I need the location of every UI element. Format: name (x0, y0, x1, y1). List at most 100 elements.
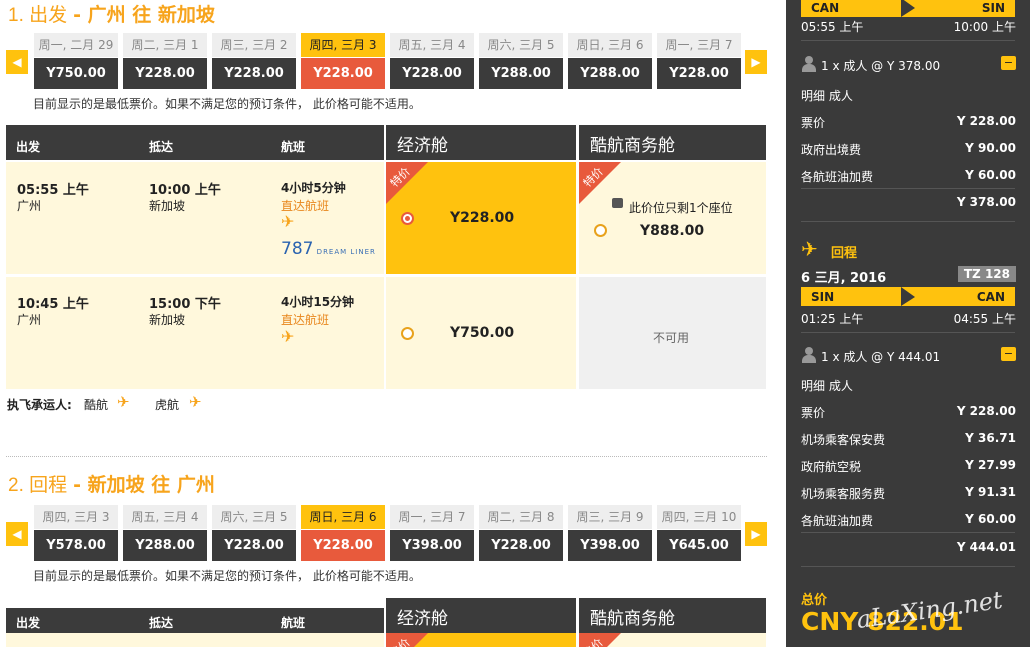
col-depart: 出发 (16, 616, 41, 630)
date-option[interactable]: 周一, 三月 7 Y228.00 (657, 33, 741, 89)
flight-row: 05:55 上午 广州 10:00 上午 新加坡 4小时5分钟 直达航班 ✈ 7… (6, 162, 384, 274)
date-option[interactable]: 周三, 三月 2 Y228.00 (212, 33, 296, 89)
date-option[interactable]: 周五, 三月 4 Y288.00 (123, 505, 207, 561)
next-dates-button[interactable]: ▶ (745, 522, 767, 546)
date-option[interactable]: 周五, 三月 4 Y228.00 (390, 33, 474, 89)
carriers-label: 执飞承运人: (7, 398, 72, 412)
date-label: 周五, 三月 4 (390, 33, 474, 57)
outbound-detail-label: 明细 成人 (801, 89, 853, 103)
direct-flight-link[interactable]: 直达航班 (281, 311, 329, 328)
return-dep-time: 01:25 上午 (801, 312, 864, 326)
date-label: 周四, 三月 3 (34, 505, 118, 529)
passenger-icon (801, 347, 817, 363)
date-option[interactable]: 周四, 三月 10 Y645.00 (657, 505, 741, 561)
return-plane-icon: ✈ (801, 237, 818, 261)
date-label: 周日, 三月 6 (301, 505, 385, 529)
date-label: 周四, 三月 3 (301, 33, 385, 57)
col-arrive: 抵达 (149, 140, 174, 154)
fee-amount: Y 60.00 (965, 168, 1016, 182)
outbound-subtotal: Y 378.00 (956, 195, 1016, 209)
duration: 4小时5分钟 (281, 181, 346, 195)
divider (801, 566, 1015, 567)
date-option[interactable]: 周四, 三月 3 Y228.00 (301, 33, 385, 89)
flight-row: 10:45 上午 广州 15:00 下午 新加坡 4小时15分钟 直达航班 ✈ (6, 277, 384, 389)
date-label: 周四, 三月 10 (657, 505, 741, 529)
next-dates-button[interactable]: ▶ (745, 50, 767, 74)
dreamliner-logo: 787 DREAM LINER (281, 239, 376, 259)
fee-amount: Y 36.71 (965, 431, 1016, 445)
seats-left-note: 此价位只剩1个座位 (629, 201, 733, 215)
return-detail-label: 明细 成人 (801, 379, 853, 393)
fare-radio[interactable] (401, 212, 414, 225)
date-label: 周三, 三月 2 (212, 33, 296, 57)
date-price: Y398.00 (390, 530, 474, 561)
date-label: 周一, 二月 29 (34, 33, 118, 57)
collapse-details-button[interactable]: − (1001, 56, 1016, 70)
date-price: Y288.00 (479, 58, 563, 89)
fee-amount: Y 228.00 (956, 404, 1016, 418)
date-price: Y228.00 (301, 58, 385, 89)
fare-radio[interactable] (594, 224, 607, 237)
fare-price: Y888.00 (640, 223, 705, 239)
economy-fare-option[interactable]: 特价 (386, 633, 576, 647)
date-price: Y228.00 (123, 58, 207, 89)
date-option[interactable]: 周二, 三月 1 Y228.00 (123, 33, 207, 89)
economy-fare-option[interactable]: Y750.00 (386, 277, 576, 389)
inbound-title: 2. 回程 - 新加坡 往 广州 (8, 474, 215, 496)
date-price: Y228.00 (657, 58, 741, 89)
return-date: 6 三月, 2016 (801, 271, 887, 286)
prev-dates-button[interactable]: ◀ (6, 522, 28, 546)
airplane-icon: ✈ (281, 327, 295, 346)
date-option[interactable]: 周日, 三月 6 Y228.00 (301, 505, 385, 561)
date-option[interactable]: 周四, 三月 3 Y578.00 (34, 505, 118, 561)
fee-amount: Y 91.31 (965, 485, 1016, 499)
col-arrive: 抵达 (149, 616, 174, 630)
economy-header: 经济舱 (386, 598, 576, 633)
prev-dates-button[interactable]: ◀ (6, 50, 28, 74)
economy-header: 经济舱 (386, 125, 576, 160)
collapse-details-button[interactable]: − (1001, 347, 1016, 361)
date-label: 周二, 三月 1 (123, 33, 207, 57)
carrier-tiger: 虎航 (155, 398, 180, 412)
business-header: 酷航商务舱 (579, 125, 766, 160)
date-label: 周二, 三月 8 (479, 505, 563, 529)
date-option[interactable]: 周六, 三月 5 Y288.00 (479, 33, 563, 89)
date-label: 周三, 三月 9 (568, 505, 652, 529)
business-fare-option[interactable]: 特价 (579, 633, 766, 647)
grand-total-label: 总价 (801, 593, 828, 608)
business-unavailable: 不可用 (579, 277, 766, 389)
divider (801, 221, 1015, 222)
date-label: 周六, 三月 5 (212, 505, 296, 529)
fee-label: 票价 (801, 406, 826, 420)
dep-city: 广州 (17, 313, 42, 327)
divider (801, 40, 1015, 41)
airplane-icon: ✈ (281, 212, 295, 231)
return-route-bar: SIN CAN (801, 287, 1015, 306)
section-divider (6, 456, 767, 457)
fee-label: 各航班油加费 (801, 514, 874, 528)
date-label: 周日, 三月 6 (568, 33, 652, 57)
date-price: Y288.00 (123, 530, 207, 561)
fee-amount: Y 90.00 (965, 141, 1016, 155)
business-fare-option[interactable]: 特价 此价位只剩1个座位 Y888.00 (579, 162, 766, 274)
date-option[interactable]: 周一, 二月 29 Y750.00 (34, 33, 118, 89)
date-option[interactable]: 周一, 三月 7 Y398.00 (390, 505, 474, 561)
inbound-date-strip: ◀ 周四, 三月 3 Y578.00 周五, 三月 4 Y288.00 周六, 三月 5… (6, 505, 767, 561)
economy-fare-option[interactable]: 特价 Y228.00 (386, 162, 576, 274)
fee-label: 各航班油加费 (801, 170, 874, 184)
col-flight: 航班 (281, 616, 306, 630)
date-price: Y228.00 (212, 58, 296, 89)
date-option[interactable]: 周六, 三月 5 Y228.00 (212, 505, 296, 561)
date-price: Y228.00 (212, 530, 296, 561)
duration: 4小时15分钟 (281, 295, 355, 309)
date-option[interactable]: 周三, 三月 9 Y398.00 (568, 505, 652, 561)
date-option[interactable]: 周日, 三月 6 Y288.00 (568, 33, 652, 89)
price-note: 目前显示的是最低票价。如果不满足您的预订条件， 此价格可能不适用。 (33, 569, 421, 583)
fare-price: Y750.00 (450, 325, 515, 341)
fare-radio[interactable] (401, 327, 414, 340)
divider (801, 188, 1015, 189)
date-label: 周五, 三月 4 (123, 505, 207, 529)
date-option[interactable]: 周二, 三月 8 Y228.00 (479, 505, 563, 561)
outbound-dep-time: 05:55 上午 (801, 20, 864, 34)
date-price: Y398.00 (568, 530, 652, 561)
